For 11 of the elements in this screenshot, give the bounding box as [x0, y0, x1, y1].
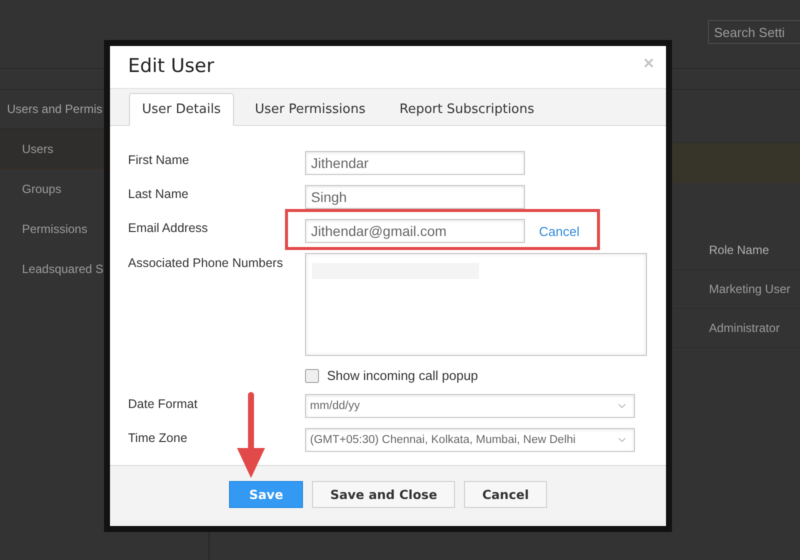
field-label: Date Format	[128, 396, 198, 411]
field-label: Time Zone	[128, 430, 188, 445]
field-label: Email Address	[128, 220, 209, 235]
field-label: First Name	[128, 152, 190, 167]
field-label: Associated Phone Numbers	[128, 255, 284, 270]
column-header: Role Name	[709, 243, 770, 257]
table-cell-text: Administrator	[709, 321, 781, 335]
field-label: Last Name	[128, 186, 190, 201]
table-cell-text: Marketing User	[709, 282, 792, 296]
checkbox-label: Show incoming call popup	[327, 368, 478, 383]
dialog-title: Edit User	[128, 55, 214, 77]
